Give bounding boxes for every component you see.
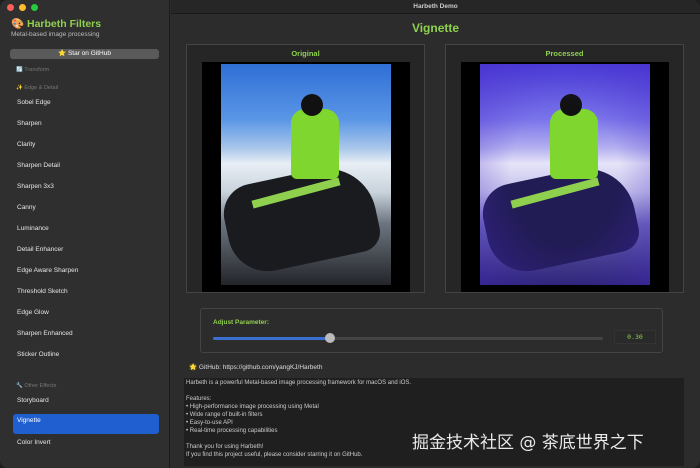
sidebar-item-sharpen-enhanced[interactable]: Sharpen Enhanced	[17, 330, 73, 337]
app-subtitle: Metal-based image processing	[11, 31, 100, 38]
sidebar-item-edge-glow[interactable]: Edge Glow	[17, 309, 49, 316]
sidebar-item-canny[interactable]: Canny	[17, 204, 36, 211]
sidebar-item-threshold-sketch[interactable]: Threshold Sketch	[17, 288, 68, 295]
sidebar-item-color-invert[interactable]: Color Invert	[17, 439, 51, 446]
section-header-other-effects: 🔧 Other Effects	[16, 383, 57, 389]
sidebar-item-edge-aware-sharpen[interactable]: Edge Aware Sharpen	[17, 267, 78, 274]
parameter-slider[interactable]	[213, 333, 603, 343]
section-header-transform[interactable]: 🔄 Transform	[16, 67, 49, 73]
processed-label: Processed	[545, 49, 584, 58]
info-line: • High-performance image processing usin…	[186, 404, 319, 410]
info-line: Harbeth is a powerful Metal-based image …	[186, 380, 412, 386]
sidebar-item-vignette[interactable]: Vignette	[13, 414, 159, 434]
slider-fill	[213, 337, 330, 340]
sidebar-item-detail-enhancer[interactable]: Detail Enhancer	[17, 246, 63, 253]
zoom-button[interactable]	[31, 4, 38, 11]
star-on-github-button[interactable]: ⭐ Star on GitHub	[10, 49, 159, 59]
section-header-edge-detail: ✨ Edge & Detail	[16, 85, 59, 91]
original-image	[221, 64, 391, 285]
processed-panel: Processed	[445, 44, 684, 293]
sidebar-item-sharpen[interactable]: Sharpen	[17, 120, 42, 127]
info-line	[186, 387, 682, 395]
original-label: Original	[291, 49, 320, 58]
slider-label: Adjust Parameter:	[213, 319, 269, 326]
info-line: • Easy-to-use API	[186, 420, 233, 426]
parameter-slider-group: Adjust Parameter: 0.30	[200, 308, 663, 353]
window-title: Harbeth Demo	[171, 0, 700, 14]
minimize-button[interactable]	[19, 4, 26, 11]
info-line: • Wide range of built-in filters	[186, 412, 263, 418]
app-window: 🎨 Harbeth Filters Metal-based image proc…	[0, 0, 700, 468]
sidebar-item-sticker-outline[interactable]: Sticker Outline	[17, 351, 59, 358]
sidebar-item-clarity[interactable]: Clarity	[17, 141, 35, 148]
window-controls	[7, 4, 38, 11]
processed-image	[480, 64, 650, 285]
github-link[interactable]: 🌟 GitHub: https://github.com/yangKJ/Harb…	[189, 363, 322, 371]
close-button[interactable]	[7, 4, 14, 11]
sidebar-item-sharpen-3x3[interactable]: Sharpen 3x3	[17, 183, 54, 190]
watermark: 掘金技术社区 @ 茶底世界之下	[412, 433, 644, 453]
slider-value-field[interactable]: 0.30	[614, 330, 656, 344]
filter-title: Vignette	[411, 21, 460, 35]
sidebar-item-storyboard[interactable]: Storyboard	[17, 397, 49, 404]
original-panel: Original	[186, 44, 425, 293]
info-line: Features:	[186, 396, 212, 402]
sidebar-item-sobel-edge[interactable]: Sobel Edge	[17, 99, 51, 106]
app-title: 🎨 Harbeth Filters	[11, 18, 102, 30]
sidebar: 🎨 Harbeth Filters Metal-based image proc…	[0, 0, 170, 468]
sidebar-item-sharpen-detail[interactable]: Sharpen Detail	[17, 162, 60, 169]
sidebar-item-luminance[interactable]: Luminance	[17, 225, 49, 232]
slider-thumb[interactable]	[325, 333, 335, 343]
